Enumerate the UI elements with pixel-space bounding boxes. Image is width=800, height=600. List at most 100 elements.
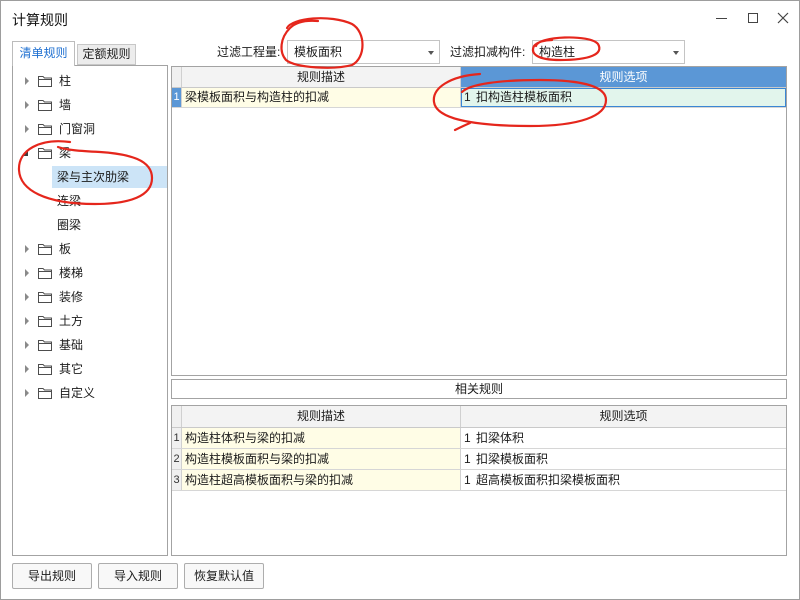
tree-item-label: 自定义 [59,386,96,400]
tree-item-openings[interactable]: 门窗洞 [13,117,167,141]
column-header-description: 规则描述 [182,406,461,427]
row-number: 2 [172,449,182,469]
tree-item-earthwork[interactable]: 土方 [13,309,167,333]
related-rules-grid[interactable]: 规则描述 规则选项 1 构造柱体积与梁的扣减 1 扣梁体积 2 构造柱模板面积与梁… [171,405,787,556]
caret-right-icon[interactable] [25,341,29,349]
chevron-down-icon[interactable] [673,51,679,55]
chevron-down-icon[interactable] [428,51,434,55]
minimize-icon[interactable] [716,18,727,19]
import-rules-button[interactable]: 导入规则 [98,563,178,589]
tree-item-label: 板 [59,242,72,256]
table-row[interactable]: 1 构造柱体积与梁的扣减 1 扣梁体积 [172,428,786,449]
option-index: 1 [464,473,471,487]
row-number-header [172,406,182,427]
row-number: 3 [172,470,182,490]
tree-item-foundation[interactable]: 基础 [13,333,167,357]
folder-icon [38,291,52,303]
caret-right-icon[interactable] [25,389,29,397]
option-index: 1 [464,452,471,466]
tree-item-label: 门窗洞 [59,122,96,136]
filter-deduct-label: 过滤扣减构件: [450,45,526,59]
tree-item-beam-rib[interactable]: 梁与主次肋梁 [13,165,167,189]
column-header-option: 规则选项 [599,409,648,423]
tree-item-label: 基础 [59,338,84,352]
related-rules-title: 相关规则 [171,379,787,399]
tree-item-label: 其它 [59,362,84,376]
tab-bill-rules[interactable]: 清单规则 [12,41,75,66]
calculation-rules-dialog: 计算规则 清单规则 定额规则 过滤工程量: 模板面积 过滤扣减构件: 构造柱 柱… [0,0,800,600]
tree-item-other[interactable]: 其它 [13,357,167,381]
option-index: 1 [464,90,471,104]
table-row[interactable]: 2 构造柱模板面积与梁的扣减 1 扣梁模板面积 [172,449,786,470]
table-row[interactable]: 1 梁模板面积与构造柱的扣减 1 扣构造柱模板面积 [172,88,786,108]
rule-description-cell[interactable]: 构造柱体积与梁的扣减 [182,428,461,448]
caret-right-icon[interactable] [25,269,29,277]
filter-quantity-value: 模板面积 [294,45,343,59]
table-row[interactable]: 3 构造柱超高模板面积与梁的扣减 1 超高模板面积扣梁模板面积 [172,470,786,491]
caret-right-icon[interactable] [25,317,29,325]
caret-right-icon[interactable] [25,365,29,373]
rule-description-cell[interactable]: 构造柱模板面积与梁的扣减 [182,449,461,469]
tree-item-stairs[interactable]: 楼梯 [13,261,167,285]
close-icon[interactable] [777,12,789,24]
caret-right-icon[interactable] [25,125,29,133]
tree-item-label: 梁 [59,146,72,160]
tree-item-slab[interactable]: 板 [13,237,167,261]
rules-grid[interactable]: 规则描述 规则选项 1 梁模板面积与构造柱的扣减 1 扣构造柱模板面积 [171,66,787,376]
rule-option-cell[interactable]: 1 扣梁体积 [461,428,786,448]
row-number: 1 [172,428,182,448]
tree-item-label: 柱 [59,74,72,88]
window-title: 计算规则 [12,12,68,28]
rule-description-cell[interactable]: 构造柱超高模板面积与梁的扣减 [182,470,461,490]
caret-right-icon[interactable] [25,77,29,85]
tree-item-decoration[interactable]: 装修 [13,285,167,309]
folder-icon [38,123,52,135]
related-grid-header: 规则描述 规则选项 [172,406,786,428]
option-label: 超高模板面积扣梁模板面积 [476,473,621,487]
folder-icon [38,147,52,159]
caret-right-icon[interactable] [25,293,29,301]
tree-item-custom[interactable]: 自定义 [13,381,167,405]
filter-deduct-select[interactable]: 构造柱 [532,40,685,64]
filter-quantity-select[interactable]: 模板面积 [287,40,440,64]
tree-item-label: 楼梯 [59,266,84,280]
option-label: 扣构造柱模板面积 [476,90,573,104]
tree-item-label: 圈梁 [57,218,82,232]
tree-item-ring-beam[interactable]: 圈梁 [13,213,167,237]
tree-item-label: 连梁 [57,194,82,208]
folder-icon [38,387,52,399]
filter-quantity-label: 过滤工程量: [217,45,281,59]
folder-icon [38,243,52,255]
rule-description-cell[interactable]: 梁模板面积与构造柱的扣减 [182,88,461,107]
caret-right-icon[interactable] [25,101,29,109]
component-tree[interactable]: 柱 墙 门窗洞 梁 梁与主次肋梁 连梁 圈梁 板 楼梯 装修 土方 基础 其它 … [12,65,168,556]
folder-icon [38,363,52,375]
folder-icon [38,267,52,279]
tree-item-label: 墙 [59,98,72,112]
rule-option-cell[interactable]: 1 超高模板面积扣梁模板面积 [461,470,786,490]
folder-icon [38,75,52,87]
rule-option-cell[interactable]: 1 扣构造柱模板面积 [461,88,786,107]
tab-quota-rules[interactable]: 定额规则 [77,44,136,65]
tree-item-coupling-beam[interactable]: 连梁 [13,189,167,213]
caret-right-icon[interactable] [25,245,29,253]
tree-item-wall[interactable]: 墙 [13,93,167,117]
export-rules-button[interactable]: 导出规则 [12,563,92,589]
maximize-icon[interactable] [748,13,758,23]
folder-icon [38,99,52,111]
caret-down-icon[interactable] [23,151,28,156]
restore-defaults-button[interactable]: 恢复默认值 [184,563,264,589]
folder-icon [38,339,52,351]
column-header-description: 规则描述 [182,67,461,87]
row-number: 1 [172,88,182,107]
rule-option-cell[interactable]: 1 扣梁模板面积 [461,449,786,469]
filter-deduct-value: 构造柱 [539,45,576,59]
tree-item-label: 装修 [59,290,84,304]
tree-item-label: 梁与主次肋梁 [52,166,167,188]
tree-item-label: 土方 [59,314,84,328]
row-number-header [172,67,182,87]
rules-grid-header: 规则描述 规则选项 [172,67,786,88]
tree-item-beam[interactable]: 梁 [13,141,167,165]
option-label: 扣梁模板面积 [476,452,549,466]
tree-item-column[interactable]: 柱 [13,69,167,93]
